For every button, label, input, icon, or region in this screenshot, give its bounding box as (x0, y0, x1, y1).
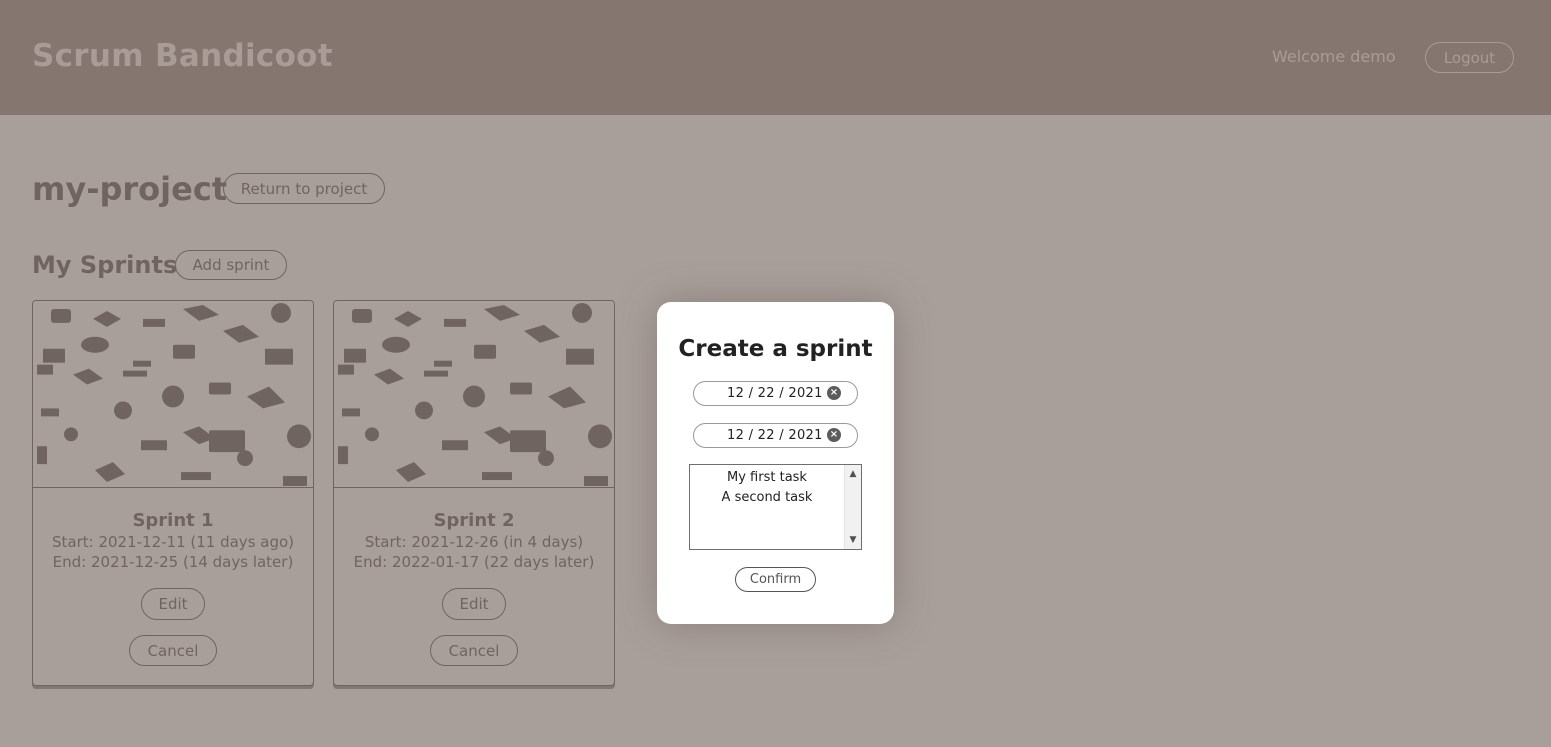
add-sprint-button[interactable]: Add sprint (175, 250, 287, 280)
edit-sprint-button[interactable]: Edit (141, 588, 205, 620)
tasks-textarea[interactable]: My first task A second task ▲ ▼ (689, 464, 862, 550)
chevron-down-icon[interactable]: ▼ (845, 533, 861, 547)
chevron-up-icon[interactable]: ▲ (845, 467, 861, 481)
confirm-button[interactable]: Confirm (735, 567, 816, 592)
clear-icon[interactable]: × (827, 386, 841, 400)
tasks-scrollbar[interactable]: ▲ ▼ (844, 465, 861, 549)
sprint-card: Sprint 2 Start: 2021-12-26 (in 4 days) E… (333, 300, 615, 686)
create-sprint-modal: Create a sprint 12 / 22 / 2021 × 12 / 22… (657, 302, 894, 624)
sprint-card-art-icon (33, 301, 313, 488)
logout-button[interactable]: Logout (1425, 42, 1514, 73)
task-line: A second task (721, 490, 813, 505)
end-date-value: 12 / 22 / 2021 (727, 428, 823, 443)
end-date-input[interactable]: 12 / 22 / 2021 × (693, 423, 858, 448)
start-date-value: 12 / 22 / 2021 (727, 386, 823, 401)
sprint-name: Sprint 2 (433, 510, 515, 531)
cancel-sprint-button[interactable]: Cancel (430, 635, 518, 666)
sprint-end-date: End: 2021-12-25 (14 days later) (52, 553, 294, 571)
project-title: my-project (32, 170, 228, 208)
sprint-card-art-icon (334, 301, 614, 488)
task-line: My first task (727, 470, 807, 485)
cancel-sprint-button[interactable]: Cancel (129, 635, 217, 666)
app-header: Scrum Bandicoot Welcome demo Logout (0, 0, 1551, 115)
sprint-start-date: Start: 2021-12-26 (in 4 days) (364, 533, 584, 551)
brand-logo[interactable]: Scrum Bandicoot (32, 38, 333, 74)
welcome-text: Welcome demo (1272, 47, 1396, 66)
sprints-heading: My Sprints (32, 251, 178, 279)
sprint-card: Sprint 1 Start: 2021-12-11 (11 days ago)… (32, 300, 314, 686)
clear-icon[interactable]: × (827, 428, 841, 442)
sprint-name: Sprint 1 (132, 510, 214, 531)
return-to-project-button[interactable]: Return to project (223, 173, 385, 204)
modal-title: Create a sprint (678, 336, 873, 362)
edit-sprint-button[interactable]: Edit (442, 588, 506, 620)
start-date-input[interactable]: 12 / 22 / 2021 × (693, 381, 858, 406)
sprint-end-date: End: 2022-01-17 (22 days later) (353, 553, 595, 571)
sprint-start-date: Start: 2021-12-11 (11 days ago) (51, 533, 295, 551)
